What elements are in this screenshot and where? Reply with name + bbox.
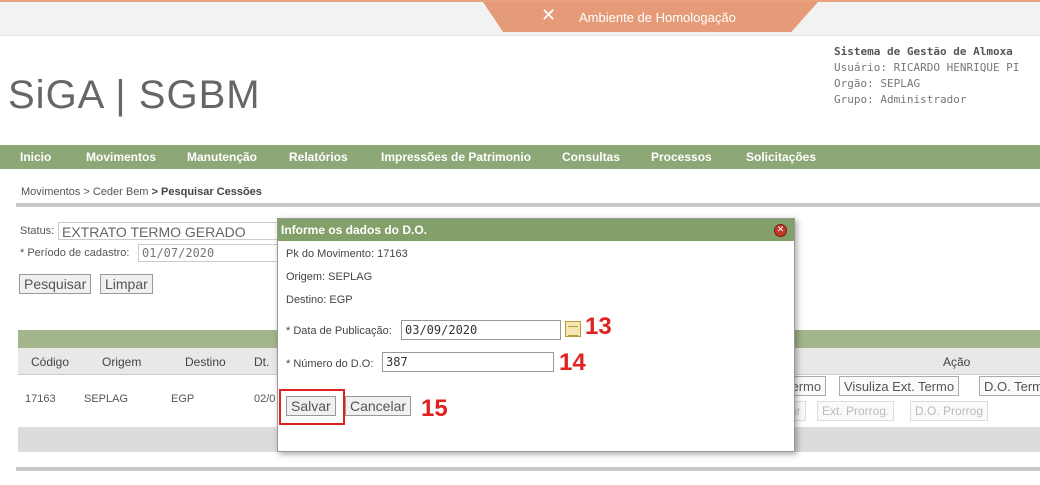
do-termo-button[interactable]: D.O. Term xyxy=(979,376,1040,396)
status-select[interactable]: EXTRATO TERMO GERADO xyxy=(58,222,280,240)
breadcrumb-ceder-bem[interactable]: > Ceder Bem xyxy=(83,186,148,198)
periodo-input[interactable]: 01/07/2020 xyxy=(138,244,280,262)
cell-origem: SEPLAG xyxy=(84,393,129,405)
menu-item-processos[interactable]: Processos xyxy=(651,150,712,164)
menu-item-manutencao[interactable]: Manutenção xyxy=(187,150,257,164)
header-origem[interactable]: Origem xyxy=(102,355,141,369)
clear-button[interactable]: Limpar xyxy=(100,274,153,294)
breadcrumb: Movimentos > Ceder Bem > Pesquisar Cessõ… xyxy=(21,186,262,198)
divider xyxy=(16,203,1040,207)
divider xyxy=(16,467,1040,471)
data-publicacao-label: * Data de Publicação: xyxy=(286,325,392,337)
tools-icon: ✕ xyxy=(541,5,557,26)
dialog-title-bar: Informe os dados do D.O. ✕ xyxy=(278,219,794,241)
search-button[interactable]: Pesquisar xyxy=(19,274,92,294)
menu-item-solicitacoes[interactable]: Solicitações xyxy=(746,150,816,164)
app-logo: SiGA | SGBM xyxy=(8,73,261,117)
ext-prorrog-button: Ext. Prorrog. xyxy=(817,401,895,421)
data-publicacao-input[interactable]: 03/09/2020 xyxy=(401,320,561,340)
annotation-15: 15 xyxy=(421,395,448,422)
annotation-14: 14 xyxy=(559,349,586,376)
system-info: Sistema de Gestão de Almoxa Usuário: RIC… xyxy=(834,44,1040,108)
header-destino[interactable]: Destino xyxy=(185,355,226,369)
header-acao: Ação xyxy=(943,355,971,369)
cancel-button[interactable]: Cancelar xyxy=(345,396,412,416)
pk-movimento: Pk do Movimento: 17163 xyxy=(286,248,408,260)
periodo-label: * Período de cadastro: xyxy=(20,247,130,259)
environment-banner: ✕ Ambiente de Homologação xyxy=(483,2,818,32)
user-info: Usuário: RICARDO HENRIQUE PI xyxy=(834,61,1020,74)
annotation-13: 13 xyxy=(585,313,612,340)
do-prorrog-button: D.O. Prorrog xyxy=(910,401,989,421)
environment-label: Ambiente de Homologação xyxy=(579,10,736,25)
menu-item-movimentos[interactable]: Movimentos xyxy=(86,150,156,164)
org-info: Orgão: SEPLAG xyxy=(834,77,921,90)
close-icon[interactable]: ✕ xyxy=(774,224,787,237)
visualiza-ext-termo-button[interactable]: Visuliza Ext. Termo xyxy=(839,376,960,396)
numero-do-label: * Número do D.O: xyxy=(286,358,374,370)
menu-item-relatorios[interactable]: Relatórios xyxy=(289,150,348,164)
cell-dt: 02/0 xyxy=(254,393,276,405)
origem-info: Origem: SEPLAG xyxy=(286,271,373,283)
breadcrumb-movimentos[interactable]: Movimentos xyxy=(21,186,80,198)
breadcrumb-current: > Pesquisar Cessões xyxy=(151,186,262,198)
status-label: Status: xyxy=(20,225,55,237)
header-codigo[interactable]: Código xyxy=(31,355,69,369)
dialog-title: Informe os dados do D.O. xyxy=(281,223,428,237)
system-title: Sistema de Gestão de Almoxa xyxy=(834,45,1013,58)
numero-do-input[interactable]: 387 xyxy=(382,352,554,372)
header-dt[interactable]: Dt. xyxy=(254,355,269,369)
calendar-icon[interactable] xyxy=(565,321,581,337)
main-menu: Inicio Movimentos Manutenção Relatórios … xyxy=(0,145,1040,169)
cell-codigo: 17163 xyxy=(25,393,56,405)
group-info: Grupo: Administrador xyxy=(834,93,967,106)
cell-destino: EGP xyxy=(171,393,195,405)
do-dialog: Informe os dados do D.O. ✕ Pk do Movimen… xyxy=(277,218,795,452)
menu-item-impressoes[interactable]: Impressões de Patrimonio xyxy=(381,150,531,164)
menu-item-consultas[interactable]: Consultas xyxy=(562,150,620,164)
destino-info: Destino: EGP xyxy=(286,294,353,306)
save-button[interactable]: Salvar xyxy=(286,396,336,416)
top-bar: ✕ Ambiente de Homologação xyxy=(0,0,1040,36)
menu-item-inicio[interactable]: Inicio xyxy=(20,150,51,164)
